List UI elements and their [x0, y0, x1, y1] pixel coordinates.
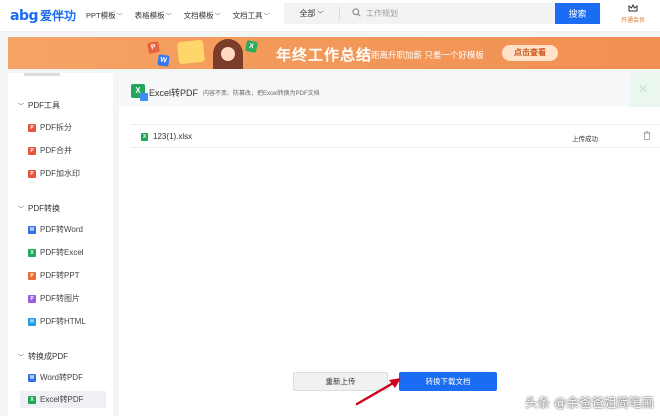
sidebar-item-label: PDF转图片: [40, 294, 80, 303]
folder-illustration: [176, 39, 206, 65]
sidebar-group-pdf-convert[interactable]: ﹀ PDF转换: [18, 203, 60, 214]
search-icon: [352, 8, 361, 19]
main-panel: X Excel转PDF 内容不变、防篡改，把Excel转换为PDF文档 X 12…: [119, 73, 660, 416]
open-membership-button[interactable]: 开通会员: [618, 3, 648, 24]
clipped-item: [24, 73, 60, 76]
sidebar-item-label: Excel转PDF: [40, 395, 84, 404]
sidebar-item-label: PDF合并: [40, 146, 72, 155]
promo-banner[interactable]: P W X 年终工作总结 距离升职加薪 只差一个好模板 点击查看: [8, 37, 660, 69]
sidebar-group-pdf-tools[interactable]: ﹀ PDF工具: [18, 100, 60, 111]
sidebar-item-label: PDF转PPT: [40, 271, 80, 280]
sidebar-item-pdf-to-html[interactable]: H PDF转HTML: [28, 313, 106, 330]
chevron-down-icon: ﹀: [18, 207, 25, 213]
sidebar-item-excel-to-pdf[interactable]: X Excel转PDF: [20, 391, 106, 408]
banner-subtitle: 距离升职加薪 只差一个好模板: [371, 50, 484, 60]
group-label: PDF转换: [28, 204, 61, 213]
sidebar-item-word-to-pdf[interactable]: W Word转PDF: [28, 369, 106, 386]
pdf-icon: P: [28, 169, 36, 178]
nav-label: 表格模板: [134, 11, 165, 20]
group-label: PDF工具: [28, 101, 61, 110]
watermark: 头条 @余爸爸姐简笔画: [525, 395, 654, 410]
sidebar-item-pdf-to-image[interactable]: P PDF转图片: [28, 290, 106, 307]
sidebar-item-label: PDF拆分: [40, 123, 72, 132]
trash-icon[interactable]: [643, 131, 651, 142]
chevron-down-icon: ﹀: [263, 14, 270, 20]
group-label: 转换成PDF: [28, 352, 69, 361]
word-icon: W: [28, 373, 36, 382]
chevron-down-icon: ﹀: [317, 12, 324, 18]
logo[interactable]: abg 爱伴功: [10, 7, 76, 24]
tool-title: Excel转PDF: [149, 88, 199, 98]
sidebar-item-label: PDF转Excel: [40, 248, 84, 257]
chevron-down-icon: ﹀: [18, 355, 25, 361]
tool-description: 内容不变、防篡改，把Excel转换为PDF文档: [203, 91, 320, 97]
banner-title: 年终工作总结: [276, 47, 373, 64]
excel-icon: X: [28, 248, 36, 257]
excel-to-pdf-icon: X: [131, 84, 148, 101]
decorative-corner: [630, 73, 660, 107]
nav-label: 文档模板: [183, 11, 214, 20]
sidebar-item-label: PDF转Word: [40, 225, 83, 234]
search-button[interactable]: 搜索: [555, 3, 600, 24]
excel-file-icon: X: [141, 133, 148, 141]
file-name: 123(1).xlsx: [153, 132, 193, 141]
sidebar-item-label: PDF加水印: [40, 169, 80, 178]
top-header: abg 爱伴功 PPT模板﹀ 表格模板﹀ 文档模板﹀ 文档工具﹀ 全部﹀ 搜索 …: [0, 0, 660, 32]
ppt-icon: P: [28, 271, 36, 280]
tool-header: X Excel转PDF 内容不变、防篡改，把Excel转换为PDF文档: [119, 73, 660, 107]
nav-label: 文档工具: [232, 11, 263, 20]
sidebar-item-pdf-to-word[interactable]: W PDF转Word: [28, 221, 106, 238]
sidebar-item-pdf-watermark[interactable]: P PDF加水印: [28, 165, 106, 182]
sidebar-item-pdf-to-excel[interactable]: X PDF转Excel: [28, 244, 106, 261]
word-file-icon: W: [157, 54, 170, 67]
search-category-label: 全部: [299, 9, 316, 18]
logo-text: 爱伴功: [40, 9, 77, 23]
ppt-file-icon: P: [146, 40, 161, 55]
nav-sheet-templates[interactable]: 表格模板 ﹀: [135, 10, 172, 21]
file-row: X 123(1).xlsx 上传成功: [131, 124, 660, 148]
membership-label: 开通会员: [620, 18, 645, 24]
chevron-down-icon: ﹀: [116, 14, 123, 20]
word-icon: W: [28, 225, 36, 234]
chevron-down-icon: ﹀: [18, 104, 25, 110]
upload-status: 上传成功: [572, 136, 598, 143]
pdf-icon: P: [28, 123, 36, 132]
search-category-select[interactable]: 全部 ﹀: [284, 7, 340, 20]
top-nav: PPT模板 ﹀ 表格模板 ﹀ 文档模板 ﹀ 文档工具 ﹀: [86, 10, 282, 21]
pdf-icon: P: [28, 146, 36, 155]
convert-download-button[interactable]: 转换下载文档: [399, 372, 497, 391]
banner-view-button[interactable]: 点击查看: [502, 45, 558, 61]
red-arrow-annotation: [355, 378, 401, 406]
sidebar-group-to-pdf[interactable]: ﹀ 转换成PDF: [18, 351, 68, 362]
nav-label: PPT模板: [86, 11, 116, 20]
sidebar-item-pdf-split[interactable]: P PDF拆分: [28, 119, 106, 136]
logo-mark: abg: [10, 7, 39, 24]
image-icon: P: [28, 294, 36, 303]
chevron-down-icon: ﹀: [214, 14, 221, 20]
search-input[interactable]: [366, 9, 536, 18]
nav-doc-tools[interactable]: 文档工具 ﹀: [233, 10, 270, 21]
html-icon: H: [28, 317, 36, 326]
chevron-down-icon: ﹀: [165, 14, 172, 20]
excel-file-icon: X: [245, 40, 258, 53]
sidebar-item-label: PDF转HTML: [40, 317, 86, 326]
crown-icon: [628, 3, 638, 14]
excel-icon: X: [28, 395, 36, 404]
tool-sidebar: ﹀ PDF工具 P PDF拆分 P PDF合并 P PDF加水印 ﹀ PDF转换 W PDF…: [8, 73, 113, 416]
sidebar-item-pdf-merge[interactable]: P PDF合并: [28, 142, 106, 159]
sidebar-item-label: Word转PDF: [40, 373, 83, 382]
girl-illustration: [213, 39, 243, 69]
search-bar: 全部﹀ 搜索: [284, 3, 600, 24]
sidebar-item-pdf-to-ppt[interactable]: P PDF转PPT: [28, 267, 106, 284]
nav-ppt-templates[interactable]: PPT模板 ﹀: [86, 10, 123, 21]
nav-doc-templates[interactable]: 文档模板 ﹀: [184, 10, 221, 21]
